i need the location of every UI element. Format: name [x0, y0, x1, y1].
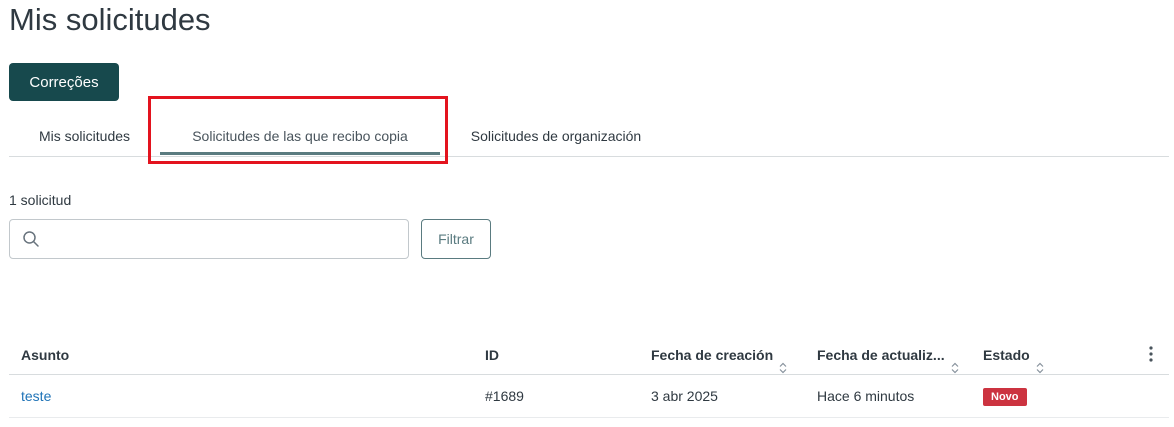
column-header-subject: Asunto — [21, 347, 70, 363]
search-box[interactable] — [9, 219, 409, 259]
request-id: #1689 — [485, 388, 524, 404]
result-count: 1 solicitud — [9, 192, 72, 208]
column-header-status[interactable]: Estado — [983, 336, 1045, 374]
request-created-date: 3 abr 2025 — [651, 388, 718, 404]
tab-my-requests[interactable]: Mis solicitudes — [37, 116, 132, 156]
tab-organization-requests[interactable]: Solicitudes de organización — [467, 116, 645, 156]
request-updated-date: Hace 6 minutos — [817, 388, 915, 404]
sort-icon — [950, 350, 960, 374]
search-input[interactable] — [50, 226, 404, 254]
column-header-updated[interactable]: Fecha de actualiz... — [817, 336, 960, 374]
status-badge: Novo — [983, 388, 1027, 407]
more-options-icon[interactable] — [1143, 344, 1159, 364]
active-tab-indicator — [160, 152, 440, 155]
table-row: teste #1689 3 abr 2025 Hace 6 minutos No… — [9, 375, 1169, 418]
tab-cc-requests[interactable]: Solicitudes de las que recibo copia — [160, 116, 440, 156]
table-header: Asunto ID Fecha de creación Fecha de act… — [9, 336, 1169, 375]
sort-icon — [778, 350, 788, 374]
filter-button[interactable]: Filtrar — [421, 219, 491, 259]
column-header-id: ID — [485, 347, 499, 363]
search-icon — [22, 230, 40, 248]
request-status: Novo — [983, 375, 1027, 417]
page-title: Mis solicitudes — [9, 2, 211, 37]
request-tabs: Mis solicitudes Solicitudes de las que r… — [9, 116, 1169, 157]
column-header-created[interactable]: Fecha de creación — [651, 336, 788, 374]
request-subject-link[interactable]: teste — [21, 375, 51, 417]
correcoes-button[interactable]: Correções — [9, 63, 119, 101]
requests-table: Asunto ID Fecha de creación Fecha de act… — [9, 336, 1169, 418]
sort-icon — [1035, 350, 1045, 374]
